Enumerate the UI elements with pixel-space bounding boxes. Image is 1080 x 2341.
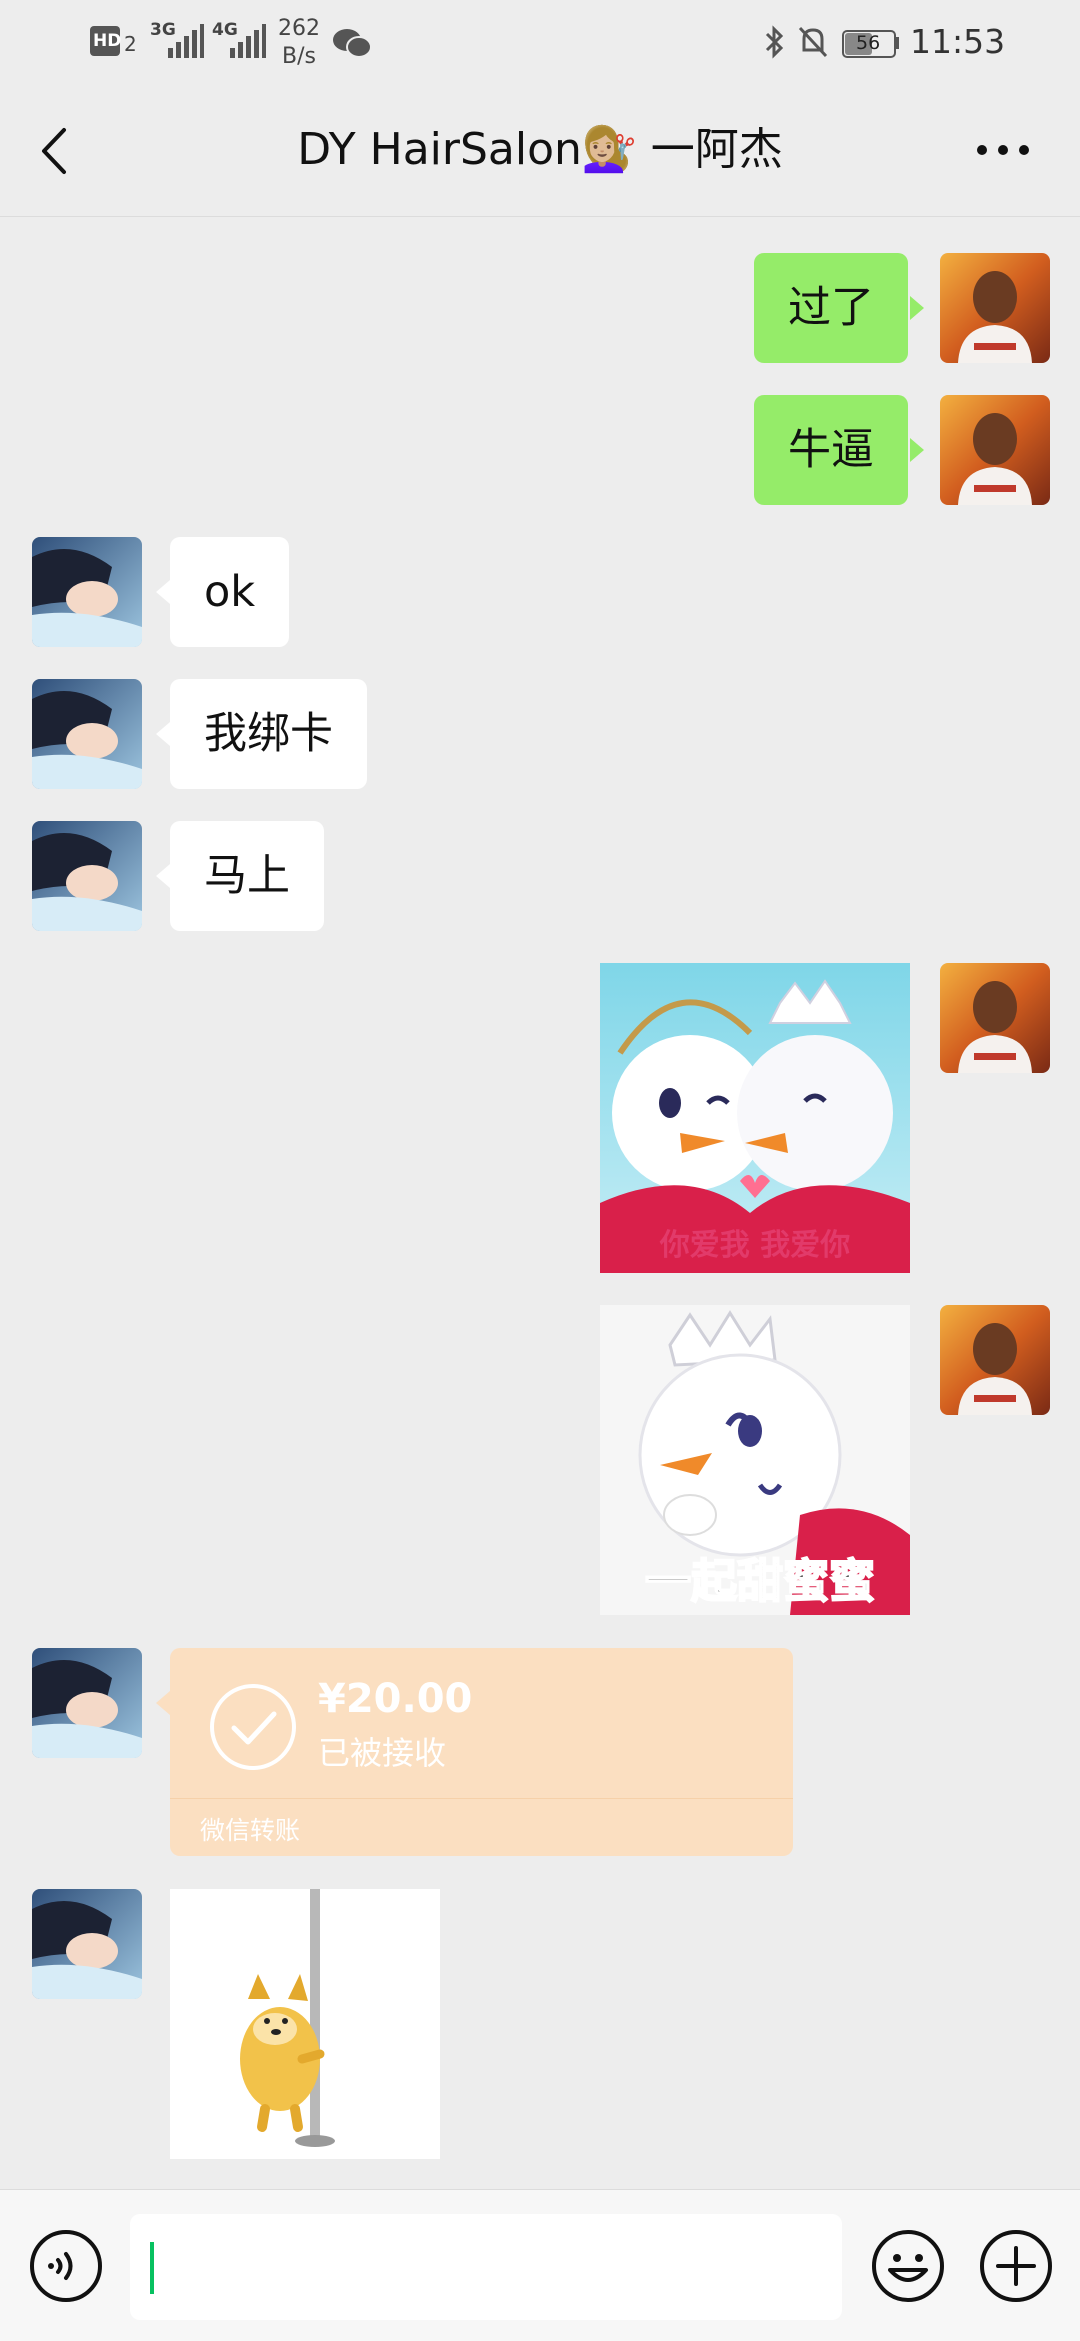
chat-header: DY HairSalon💇🏼‍♀️ 一阿杰 <box>0 84 1080 217</box>
status-bar: HD 2 3G 4G 262 B/s 56 11:53 <box>0 0 1080 84</box>
my-avatar[interactable] <box>940 963 1050 1073</box>
sticker-image[interactable] <box>170 1889 440 2159</box>
contact-avatar[interactable] <box>32 1648 142 1758</box>
contact-avatar[interactable] <box>32 821 142 931</box>
my-avatar[interactable] <box>940 1305 1050 1415</box>
text-caret <box>150 2242 154 2294</box>
my-message-bubble[interactable]: 过了 <box>754 253 908 363</box>
contact-avatar[interactable] <box>32 679 142 789</box>
check-circle-icon <box>210 1684 296 1770</box>
bluetooth-icon <box>765 25 784 59</box>
signal-strength-icon-2 <box>230 24 266 58</box>
voice-icon[interactable] <box>28 2228 104 2304</box>
clock: 11:53 <box>910 22 1006 61</box>
emoji-icon[interactable] <box>870 2228 946 2304</box>
contact-message-bubble[interactable]: 我绑卡 <box>170 679 367 789</box>
bubble-tail <box>156 864 170 888</box>
transfer-card[interactable]: ¥20.00 已被接收 微信转账 <box>170 1648 793 1856</box>
message-text: 马上 <box>204 851 290 901</box>
message-text: 过了 <box>788 283 874 333</box>
bubble-tail <box>910 296 924 320</box>
contact-avatar[interactable] <box>32 537 142 647</box>
sticker-image[interactable]: 你爱我 我爱你 <box>600 963 910 1273</box>
sticker-caption: 你爱我 我爱你 <box>659 1228 850 1263</box>
bubble-tail <box>910 438 924 462</box>
transfer-amount: ¥20.00 <box>318 1676 473 1722</box>
signal-strength-icon <box>168 24 204 58</box>
my-avatar[interactable] <box>940 395 1050 505</box>
message-text: ok <box>204 567 256 617</box>
network-speed-value: 262 <box>278 16 320 41</box>
contact-avatar[interactable] <box>32 1889 142 1999</box>
hd-sub-label: 2 <box>124 32 137 56</box>
bubble-tail <box>156 1691 170 1715</box>
contact-message-bubble[interactable]: ok <box>170 537 290 647</box>
hd-label: HD <box>93 31 122 51</box>
network-speed-unit: B/s <box>282 44 316 69</box>
sticker-caption: 一起甜蜜蜜 <box>645 1554 875 1608</box>
my-avatar[interactable] <box>940 253 1050 363</box>
bubble-tail <box>156 722 170 746</box>
more-dots-icon[interactable] <box>976 142 1030 158</box>
message-input[interactable] <box>130 2214 842 2320</box>
message-text: 我绑卡 <box>204 709 333 759</box>
sticker-image[interactable]: 一起甜蜜蜜 <box>600 1305 910 1615</box>
my-message-bubble[interactable]: 牛逼 <box>754 395 908 505</box>
plus-icon[interactable] <box>978 2228 1054 2304</box>
contact-message-bubble[interactable]: 马上 <box>170 821 324 931</box>
transfer-footer: 微信转账 <box>200 1816 301 1845</box>
message-text: 牛逼 <box>788 425 874 475</box>
battery-icon: 56 <box>842 30 896 58</box>
transfer-status: 已被接收 <box>318 1734 447 1772</box>
hd-icon: HD <box>90 26 122 56</box>
battery-level: 56 <box>856 32 881 54</box>
input-bar <box>0 2189 1080 2341</box>
bubble-tail <box>156 580 170 604</box>
wechat-icon <box>333 29 372 58</box>
chat-title: DY HairSalon💇🏼‍♀️ 一阿杰 <box>297 124 783 175</box>
mute-bell-icon <box>798 26 828 58</box>
